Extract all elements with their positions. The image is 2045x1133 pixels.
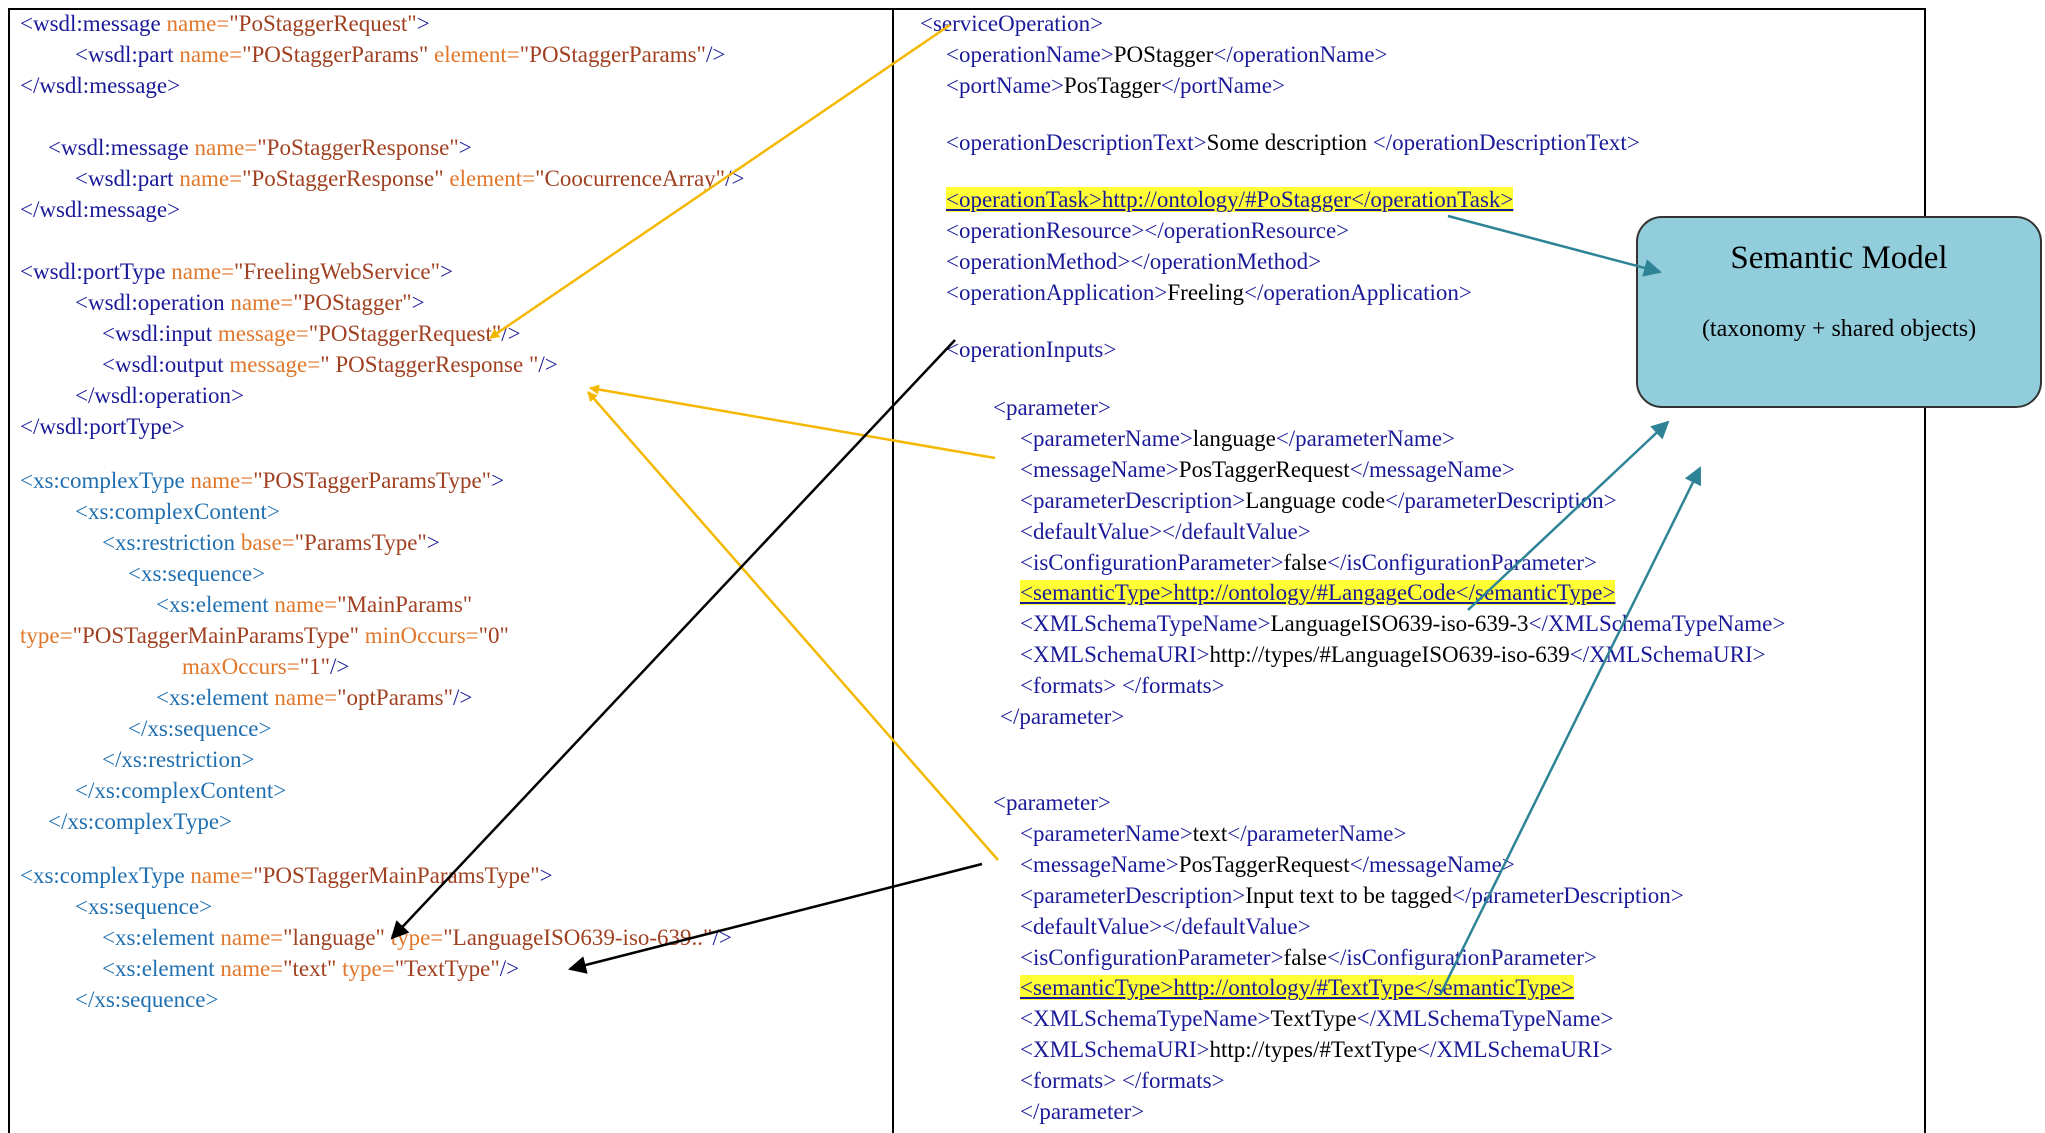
xs-sequence2-open: <xs:sequence>	[75, 894, 213, 919]
xs-element-text: <xs:element name="text" type="TextType"/…	[102, 956, 520, 981]
parameter-text-default: <defaultValue></defaultValue>	[1020, 914, 1311, 939]
wsdl-operation-open: <wsdl:operation name="POStagger">	[75, 290, 425, 315]
parameter-language-semantic-type: <semanticType>http://ontology/#LangageCo…	[1020, 580, 1616, 605]
xs-element-mainparams-maxoccurs: maxOccurs="1"/>	[182, 654, 350, 679]
parameter-text-description: <parameterDescription>Input text to be t…	[1020, 883, 1684, 908]
wsdl-input: <wsdl:input message="POStaggerRequest"/>	[102, 321, 521, 346]
wsdl-response-part: <wsdl:part name="PoStaggerResponse" elem…	[75, 166, 745, 191]
xs-sequence-open: <xs:sequence>	[128, 561, 266, 586]
parameter-text-formats: <formats> </formats>	[1020, 1068, 1225, 1093]
parameter-text-close: </parameter>	[1020, 1099, 1145, 1124]
xs-complexcontent-open: <xs:complexContent>	[75, 499, 280, 524]
parameter-language-close: </parameter>	[1000, 704, 1125, 729]
semantic-model-title: Semantic Model	[1730, 240, 1948, 276]
semantic-model-box: Semantic Model (taxonomy + shared object…	[1636, 216, 2042, 408]
wsdl-porttype-open: <wsdl:portType name="FreelingWebService"…	[20, 259, 453, 284]
xs-restriction-open: <xs:restriction base="ParamsType">	[102, 530, 440, 555]
wsdl-response-message-open: <wsdl:message name="PoStaggerResponse">	[48, 135, 472, 160]
xs-complextype-params-open: <xs:complexType name="POSTaggerParamsTyp…	[20, 468, 505, 493]
xs-element-language: <xs:element name="language" type="Langua…	[102, 925, 732, 950]
parameter-text-config: <isConfigurationParameter>false</isConfi…	[1020, 945, 1597, 970]
port-name: <portName>PosTagger</portName>	[946, 73, 1285, 98]
operation-resource: <operationResource></operationResource>	[946, 218, 1350, 243]
xs-element-mainparams: <xs:element name="MainParams"	[156, 592, 473, 617]
wsdl-request-message-open: <wsdl:message name="PoStaggerRequest">	[20, 11, 430, 36]
parameter-language-xml-type: <XMLSchemaTypeName>LanguageISO639-iso-63…	[1020, 611, 1786, 636]
parameter-text-open: <parameter>	[993, 790, 1111, 815]
wsdl-request-part: <wsdl:part name="POStaggerParams" elemen…	[75, 42, 726, 67]
wsdl-request-message-close: </wsdl:message>	[20, 73, 181, 98]
xs-element-optparams: <xs:element name="optParams"/>	[156, 685, 473, 710]
parameter-language-description: <parameterDescription>Language code</par…	[1020, 488, 1617, 513]
operation-task: <operationTask>http://ontology/#PoStagge…	[946, 187, 1514, 212]
xs-restriction-close: </xs:restriction>	[102, 747, 255, 772]
wsdl-response-message-close: </wsdl:message>	[20, 197, 181, 222]
parameter-text-name: <parameterName>text</parameterName>	[1020, 821, 1407, 846]
wsdl-porttype-close: </wsdl:portType>	[20, 414, 185, 439]
parameter-text-message: <messageName>PosTaggerRequest</messageNa…	[1020, 852, 1515, 877]
semantic-model-subtitle: (taxonomy + shared objects)	[1701, 316, 1977, 342]
operation-application: <operationApplication>Freeling</operatio…	[946, 280, 1472, 305]
parameter-text-semantic-type: <semanticType>http://ontology/#TextType<…	[1020, 975, 1574, 1000]
diagram-canvas: <wsdl:message name="PoStaggerRequest"> <…	[0, 0, 2045, 1133]
xs-complextype-mainparams-open: <xs:complexType name="POSTaggerMainParam…	[20, 863, 553, 888]
wsdl-output: <wsdl:output message=" POStaggerResponse…	[102, 352, 558, 377]
service-operation-open: <serviceOperation>	[920, 11, 1104, 36]
xs-complextype-params-close: </xs:complexType>	[48, 809, 233, 834]
operation-name: <operationName>POStagger</operationName>	[946, 42, 1388, 67]
xs-sequence-close: </xs:sequence>	[128, 716, 272, 741]
xs-sequence2-close: </xs:sequence>	[75, 987, 219, 1012]
parameter-language-open: <parameter>	[993, 395, 1111, 420]
xs-complexcontent-close: </xs:complexContent>	[75, 778, 287, 803]
parameter-language-message: <messageName>PosTaggerRequest</messageNa…	[1020, 457, 1515, 482]
xs-element-mainparams-type: type="POSTaggerMainParamsType" minOccurs…	[20, 623, 509, 648]
parameter-language-formats: <formats> </formats>	[1020, 673, 1225, 698]
wsdl-operation-close: </wsdl:operation>	[75, 383, 245, 408]
operation-description: <operationDescriptionText>Some descripti…	[946, 130, 1640, 155]
operation-inputs-open: <operationInputs>	[946, 337, 1117, 362]
parameter-text-xml-uri: <XMLSchemaURI>http://types/#TextType</XM…	[1020, 1037, 1613, 1062]
parameter-text-xml-type: <XMLSchemaTypeName>TextType</XMLSchemaTy…	[1020, 1006, 1614, 1031]
parameter-language-name: <parameterName>language</parameterName>	[1020, 426, 1455, 451]
operation-method: <operationMethod></operationMethod>	[946, 249, 1322, 274]
parameter-language-xml-uri: <XMLSchemaURI>http://types/#LanguageISO6…	[1020, 642, 1766, 667]
parameter-language-config: <isConfigurationParameter>false</isConfi…	[1020, 550, 1597, 575]
parameter-language-default: <defaultValue></defaultValue>	[1020, 519, 1311, 544]
